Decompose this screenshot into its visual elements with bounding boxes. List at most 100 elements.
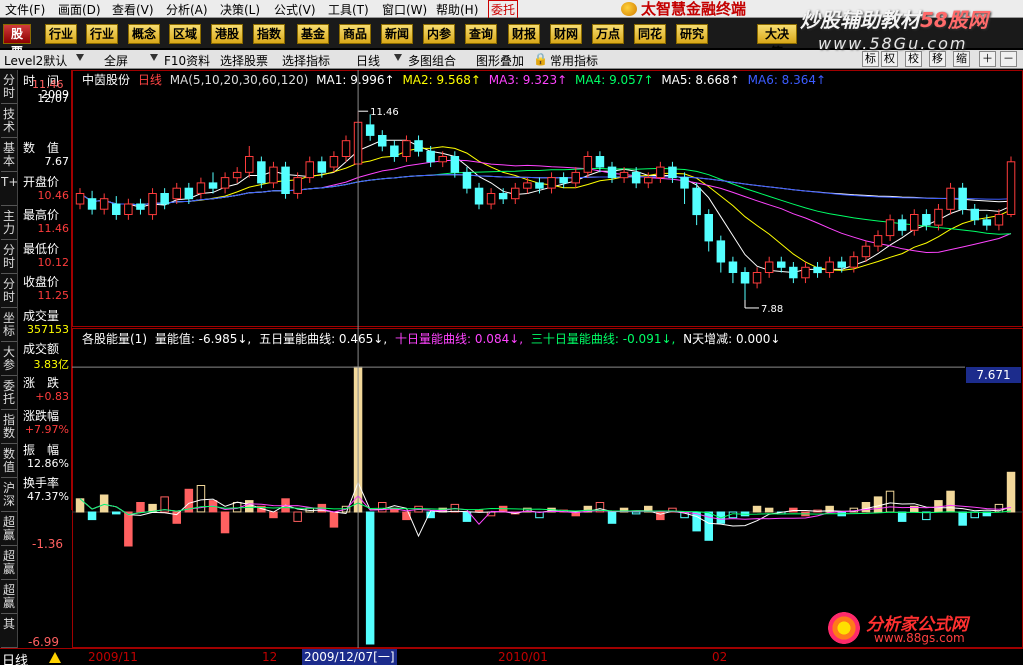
fullscreen-button[interactable]: 全屏 [104,52,128,69]
level2-dropdown-icon[interactable] [76,54,84,61]
period-dropdown-icon[interactable] [394,54,402,61]
rights-button[interactable]: 权 [881,51,898,67]
volume-bar [378,502,387,513]
left-tab[interactable]: 超赢 [1,580,17,614]
info-value: 47.37% [27,490,69,503]
period-button[interactable]: 日线 [356,52,380,69]
period-up-icon[interactable] [49,652,61,663]
zoom-in-icon[interactable]: ＋ [979,51,996,67]
ma-line [79,139,1012,274]
candle-body [849,256,859,268]
toolbar-button[interactable]: 财报 [508,24,540,44]
left-tab[interactable]: 数值 [1,444,17,478]
zoom-button[interactable]: 缩 [953,51,970,67]
candle-body [523,182,532,189]
candle-body [99,198,109,210]
volume-ma-line [79,498,1012,519]
candle-body [777,261,786,268]
toolbar-button[interactable]: 行业 [45,24,77,44]
left-tab[interactable]: T+0 [1,172,17,206]
toolbar-button[interactable]: 新闻 [381,24,413,44]
select-indicator-button[interactable]: 选择指标 [282,52,330,69]
candle-body [329,156,339,168]
info-label: 数 值 [23,141,60,155]
toolbar-button[interactable]: 万点 [592,24,624,44]
left-tab[interactable]: 超赢 [1,512,17,546]
lock-icon[interactable]: 🔒 [533,52,548,66]
toolbar-button[interactable]: 股票 [3,24,31,59]
candle-body [293,177,302,194]
left-tab[interactable]: 其 [1,614,17,648]
select-stock-button[interactable]: 选择股票 [220,52,268,69]
volume-bar [873,496,883,513]
toolbar-button[interactable]: 内参 [423,24,455,44]
candle-body [922,214,931,226]
mark-button[interactable]: 标 [862,51,879,67]
brand-title: 太智慧金融终端 [613,0,775,18]
left-tab[interactable]: 指数 [1,410,17,444]
multi-chart-button[interactable]: 多图组合 [408,52,456,69]
period-label[interactable]: 日线 [2,650,28,665]
menu-analysis[interactable]: 分析(A) [166,1,208,18]
toolbar-button[interactable]: 大决策 [757,24,797,59]
info-label: 收盘价 [23,275,60,289]
left-tab[interactable]: 基本 [1,138,17,172]
chart-svg[interactable]: 11.46 7.88 [72,70,1023,648]
menu-formula[interactable]: 公式(V) [274,1,316,18]
toolbar-button[interactable]: 区域 [169,24,201,44]
toolbar-button[interactable]: 基金 [297,24,329,44]
ma3-value: MA3: 9.323↑ [488,73,568,87]
left-tab[interactable]: 技术 [1,104,17,138]
candle-body [631,171,641,184]
zoom-out-icon[interactable]: － [1000,51,1017,67]
fullscreen-dropdown-icon[interactable] [150,54,158,61]
toolbar-button[interactable]: 研究 [676,24,708,44]
candle-body [281,166,290,194]
left-tab[interactable]: 超赢 [1,546,17,580]
candle-body [378,135,387,147]
ma-spec: MA(5,10,20,30,60,120) [169,73,309,87]
left-tab[interactable]: 坐标 [1,308,17,342]
toolbar-button[interactable]: 财网 [550,24,582,44]
info-label: 成交额 [23,342,60,356]
toolbar-button[interactable]: 商品 [339,24,371,44]
indicator-name[interactable]: 各股能量(1) [82,332,147,346]
menu-tools[interactable]: 工具(T) [328,1,369,18]
toolbar-button[interactable]: 同花 [634,24,666,44]
menu-trade-alert[interactable]: 委托 [488,0,519,19]
toolbar-button[interactable]: 指数 [253,24,285,44]
level2-select[interactable]: Level2默认 [4,52,67,69]
candle-body [994,214,1004,226]
volume-bar [970,511,979,519]
menu-view[interactable]: 查看(V) [112,1,154,18]
menu-screen[interactable]: 画面(D) [58,1,101,18]
toolbar-button[interactable]: 行业 [86,24,118,44]
toolbar-button[interactable]: 概念 [128,24,160,44]
calibrate-button[interactable]: 校 [905,51,922,67]
candle-body [402,140,411,157]
left-tab[interactable]: 分时 [1,240,17,274]
toolbar-button[interactable]: 港股 [211,24,243,44]
left-tab[interactable]: 分时 [1,70,17,104]
left-tab[interactable]: 分时 [1,274,17,308]
candle-body [438,156,447,163]
info-value: 12/07 [37,91,69,105]
menu-file[interactable]: 文件(F) [5,1,45,18]
menu-decision[interactable]: 决策(L) [220,1,260,18]
chart-area[interactable]: 11.46 7.88 [72,70,1023,648]
move-button[interactable]: 移 [929,51,946,67]
left-tab[interactable]: 沪深 [1,478,17,512]
info-label: 涨跌幅 [23,409,60,423]
overlay-button[interactable]: 图形叠加 [476,52,524,69]
left-tab[interactable]: 大参 [1,342,17,376]
volume-bar [946,490,955,513]
menu-help[interactable]: 帮助(H) [436,1,478,18]
left-tab[interactable]: 委托 [1,376,17,410]
candle-body [571,171,580,184]
left-tab[interactable]: 主力 [1,206,17,240]
menu-window[interactable]: 窗口(W) [382,1,427,18]
candle-body [801,266,810,279]
toolbar-button[interactable]: 查询 [465,24,497,44]
f10-button[interactable]: F10资料 [164,52,210,69]
common-indicator-button[interactable]: 常用指标 [550,52,598,69]
